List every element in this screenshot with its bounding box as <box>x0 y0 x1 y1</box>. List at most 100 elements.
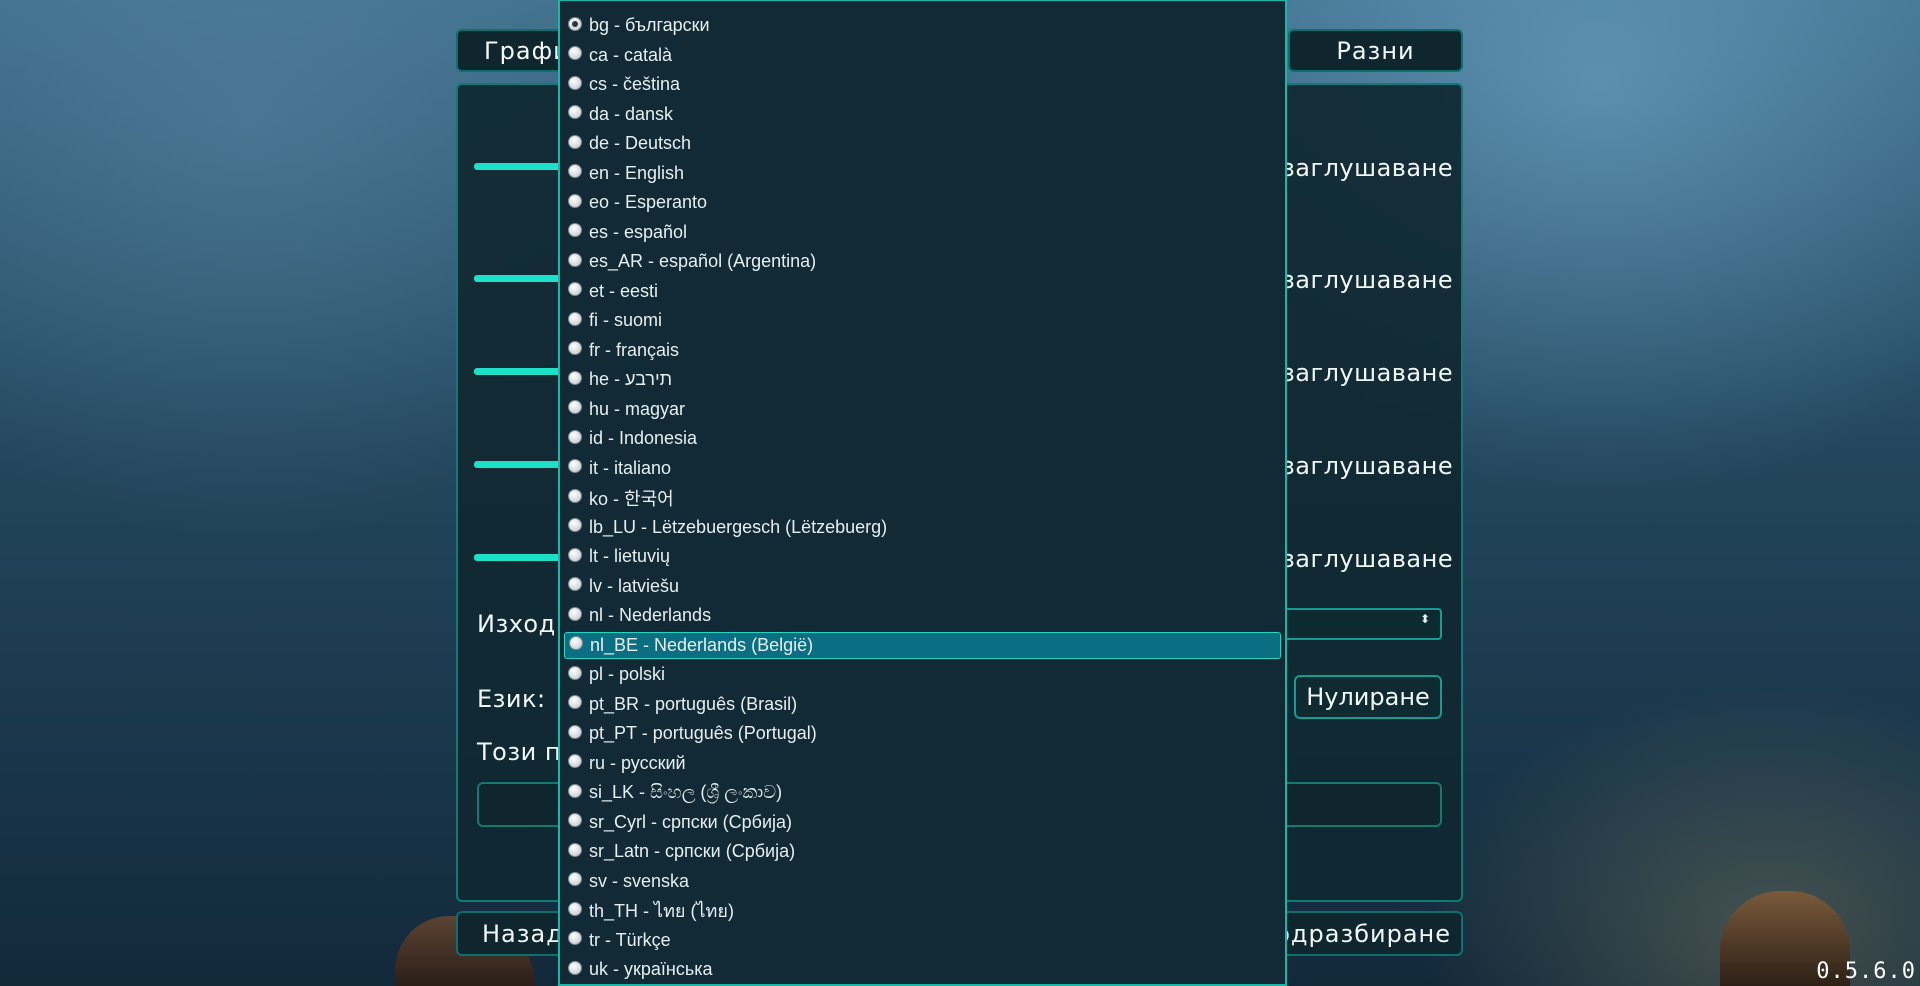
mute-checkbox-label-5[interactable]: заглушаване <box>1282 545 1453 573</box>
language-option[interactable]: de - Deutsch <box>564 130 1281 157</box>
language-option[interactable]: ko - 한국어 <box>564 484 1281 511</box>
radio-button-icon[interactable] <box>568 577 582 591</box>
language-option[interactable]: he - תירבע <box>564 366 1281 393</box>
language-option-label: id - Indonesia <box>589 428 698 448</box>
radio-button-icon[interactable] <box>568 311 582 326</box>
language-option[interactable]: sr_Cyrl - српски (Србија) <box>564 809 1281 836</box>
language-option-label: si_LK - සිංහල (ශ්‍රී ලංකාව) <box>589 782 783 802</box>
language-option[interactable]: da - dansk <box>564 101 1281 128</box>
radio-button-icon[interactable] <box>568 400 582 414</box>
radio-button-icon[interactable] <box>568 282 582 296</box>
radio-button-icon[interactable] <box>568 813 582 827</box>
tab-misc[interactable]: Разни <box>1288 29 1463 72</box>
radio-button-icon[interactable] <box>568 46 582 60</box>
language-option[interactable]: pl - polski <box>564 661 1281 688</box>
volume-slider-1[interactable] <box>474 163 564 170</box>
language-option-label: hu - magyar <box>589 398 686 419</box>
mute-checkbox-label-1[interactable]: заглушаване <box>1282 154 1453 182</box>
language-option-label: de - Deutsch <box>589 133 692 153</box>
language-option[interactable]: id - Indonesia <box>564 425 1281 452</box>
reset-button[interactable]: Нулиране <box>1294 675 1442 719</box>
language-option-label: lb_LU - Lëtzebuergesch (Lëtzebuerg) <box>589 516 888 537</box>
language-option[interactable]: pt_BR - português (Brasil) <box>564 691 1281 718</box>
language-option-label: lv - latviešu <box>589 575 680 596</box>
radio-button-icon[interactable] <box>568 842 582 857</box>
radio-button-icon[interactable] <box>568 606 582 621</box>
radio-button-icon[interactable] <box>568 872 582 886</box>
language-option-label: uk - українська <box>589 959 713 979</box>
language-option[interactable]: lv - latviešu <box>564 573 1281 600</box>
language-option[interactable]: sr_Latn - српски (Србија) <box>564 838 1281 865</box>
language-option[interactable]: nl_BE - Nederlands (België) <box>564 631 1281 659</box>
language-option-label: pl - polski <box>589 664 666 684</box>
language-option[interactable]: uk - українська <box>564 956 1281 983</box>
radio-button-icon[interactable] <box>568 783 582 798</box>
language-option[interactable]: cs - čeština <box>564 71 1281 98</box>
radio-button-icon[interactable] <box>569 636 583 650</box>
language-option[interactable]: fi - suomi <box>564 307 1281 334</box>
volume-slider-5[interactable] <box>474 554 564 561</box>
mute-checkbox-label-4[interactable]: заглушаване <box>1282 452 1453 480</box>
radio-button-icon[interactable] <box>568 695 582 709</box>
language-option[interactable]: et - eesti <box>564 278 1281 305</box>
radio-button-icon[interactable] <box>568 164 582 178</box>
language-option[interactable]: nl - Nederlands <box>564 602 1281 629</box>
language-option[interactable]: lt - lietuvių <box>564 543 1281 570</box>
language-option-label: ru - русский <box>589 752 686 773</box>
language-option[interactable]: pt_PT - português (Portugal) <box>564 720 1281 747</box>
language-option-label: he - תירבע <box>589 369 673 389</box>
radio-button-icon[interactable] <box>568 960 582 975</box>
language-option[interactable]: si_LK - සිංහල (ශ්‍රී ලංකාව) <box>564 779 1281 806</box>
language-option[interactable]: bg - български <box>564 12 1281 39</box>
radio-button-icon[interactable] <box>568 754 582 768</box>
language-option[interactable]: fr - français <box>564 337 1281 364</box>
volume-slider-4[interactable] <box>474 461 564 468</box>
radio-button-icon[interactable] <box>568 16 582 31</box>
radio-button-icon[interactable] <box>568 223 582 237</box>
language-dropdown-list[interactable]: bg - български ca - català cs - čeština da … <box>558 0 1287 986</box>
language-option[interactable]: eo - Esperanto <box>564 189 1281 216</box>
language-option-label: et - eesti <box>589 280 659 301</box>
mute-checkbox-label-3[interactable]: заглушаване <box>1282 359 1453 387</box>
radio-button-icon[interactable] <box>568 488 582 503</box>
language-option-label: fi - suomi <box>589 310 663 330</box>
version-label: 0.5.6.0 <box>1816 959 1916 984</box>
language-option[interactable]: tr - Türkçe <box>564 927 1281 954</box>
language-option[interactable]: sv - svenska <box>564 868 1281 895</box>
language-option[interactable]: es_AR - español (Argentina) <box>564 248 1281 275</box>
mute-checkbox-label-2[interactable]: заглушаване <box>1282 266 1453 294</box>
volume-slider-3[interactable] <box>474 368 564 375</box>
language-option-label: ca - català <box>589 44 673 65</box>
volume-slider-2[interactable] <box>474 275 564 282</box>
language-option[interactable]: hu - magyar <box>564 396 1281 423</box>
radio-button-icon[interactable] <box>568 459 582 473</box>
language-option[interactable]: th_TH - ไทย (ไทย) <box>564 897 1281 924</box>
radio-button-icon[interactable] <box>568 370 582 385</box>
radio-button-icon[interactable] <box>568 252 582 267</box>
language-option[interactable]: it - italiano <box>564 455 1281 482</box>
language-option[interactable]: en - English <box>564 160 1281 187</box>
tab-misc-label: Разни <box>1336 36 1415 65</box>
language-option[interactable]: es - español <box>564 219 1281 246</box>
language-option[interactable]: lb_LU - Lëtzebuergesch (Lëtzebuerg) <box>564 514 1281 541</box>
radio-button-icon[interactable] <box>568 547 582 562</box>
radio-button-icon[interactable] <box>568 75 582 90</box>
language-option-label: pt_PT - português (Portugal) <box>589 723 817 743</box>
radio-button-icon[interactable] <box>568 134 582 149</box>
language-option-label: es - español <box>589 221 688 242</box>
radio-button-icon[interactable] <box>568 518 582 532</box>
select-arrows-icon: ⬍ <box>1419 612 1430 626</box>
radio-button-icon[interactable] <box>568 429 582 444</box>
radio-button-icon[interactable] <box>568 724 582 739</box>
language-option-label: sr_Latn - српски (Србија) <box>589 841 796 861</box>
radio-button-icon[interactable] <box>568 931 582 945</box>
radio-button-icon[interactable] <box>568 901 582 916</box>
radio-button-icon[interactable] <box>568 105 582 119</box>
defaults-button[interactable]: одразбиране <box>1270 911 1463 956</box>
language-option[interactable]: ca - català <box>564 42 1281 69</box>
radio-button-icon[interactable] <box>568 193 582 208</box>
language-option[interactable]: ru - русский <box>564 750 1281 777</box>
output-device-select[interactable]: ⬍ <box>1282 608 1442 640</box>
radio-button-icon[interactable] <box>568 341 582 355</box>
radio-button-icon[interactable] <box>568 665 582 680</box>
